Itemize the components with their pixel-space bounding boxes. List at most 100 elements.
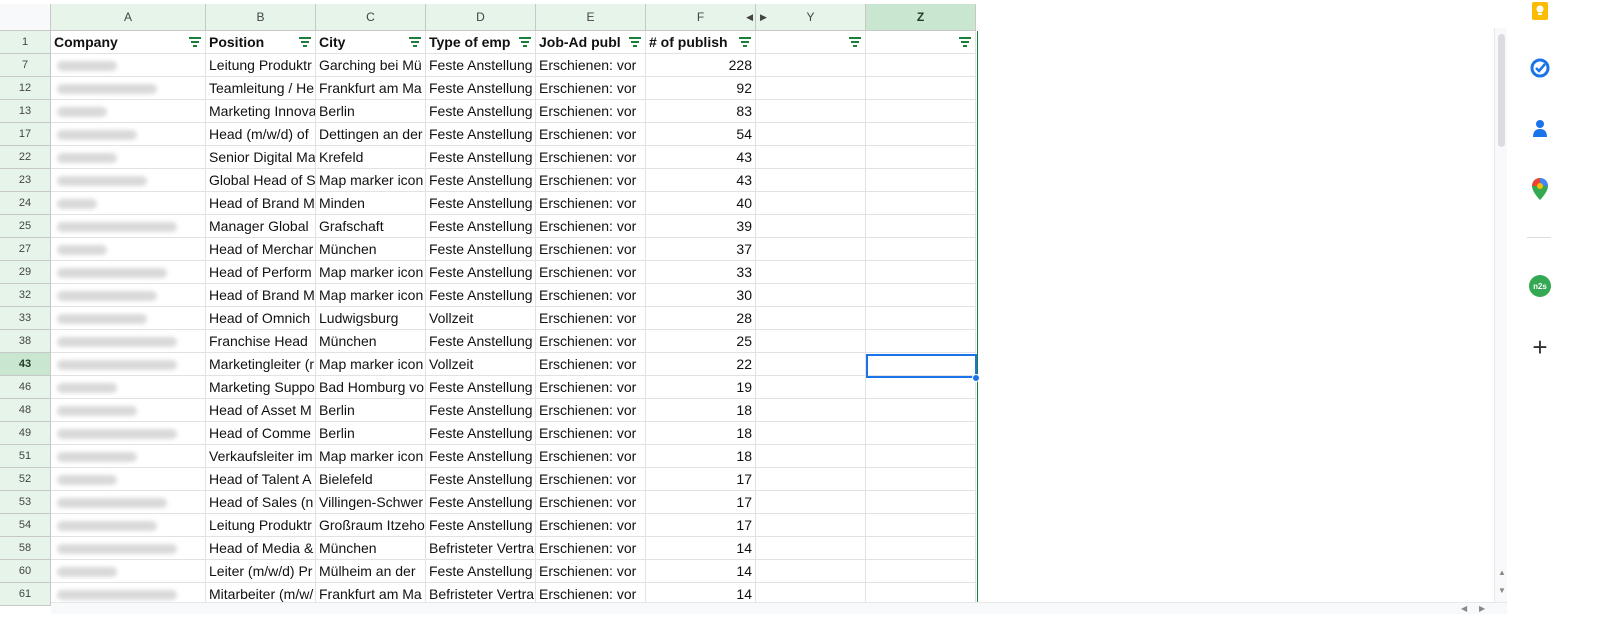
row-number[interactable]: 32 bbox=[0, 284, 51, 307]
job-ad-cell[interactable]: Erschienen: vor bbox=[536, 422, 646, 445]
empty-cell-z[interactable] bbox=[866, 514, 976, 537]
company-cell-redacted[interactable] bbox=[51, 376, 206, 399]
job-ad-cell[interactable]: Erschienen: vor bbox=[536, 468, 646, 491]
job-ad-cell[interactable]: Erschienen: vor bbox=[536, 514, 646, 537]
column-header-a[interactable]: A bbox=[51, 4, 206, 31]
publish-count-cell[interactable]: 18 bbox=[646, 445, 756, 468]
publish-count-cell[interactable]: 43 bbox=[646, 169, 756, 192]
empty-cell-y[interactable] bbox=[756, 307, 866, 330]
employment-type-cell[interactable]: Feste Anstellung bbox=[426, 468, 536, 491]
empty-cell-y[interactable] bbox=[756, 422, 866, 445]
company-cell-redacted[interactable] bbox=[51, 146, 206, 169]
publish-count-cell[interactable]: 43 bbox=[646, 146, 756, 169]
city-cell[interactable]: Dettingen an der bbox=[316, 123, 426, 146]
empty-cell-y[interactable] bbox=[756, 261, 866, 284]
employment-type-cell[interactable]: Feste Anstellung bbox=[426, 376, 536, 399]
empty-cell-z[interactable] bbox=[866, 422, 976, 445]
publish-count-cell[interactable]: 19 bbox=[646, 376, 756, 399]
empty-cell-y[interactable] bbox=[756, 399, 866, 422]
row-number[interactable]: 29 bbox=[0, 261, 51, 284]
column-header-d[interactable]: D bbox=[426, 4, 536, 31]
publish-count-cell[interactable]: 17 bbox=[646, 491, 756, 514]
city-cell[interactable]: Map marker icon bbox=[316, 445, 426, 468]
row-number[interactable]: 23 bbox=[0, 169, 51, 192]
employment-type-cell[interactable]: Feste Anstellung bbox=[426, 54, 536, 77]
header-cell[interactable] bbox=[866, 31, 976, 54]
empty-cell-z[interactable] bbox=[866, 54, 976, 77]
company-cell-redacted[interactable] bbox=[51, 192, 206, 215]
job-ad-cell[interactable]: Erschienen: vor bbox=[536, 399, 646, 422]
header-cell[interactable] bbox=[756, 31, 866, 54]
city-cell[interactable]: Berlin bbox=[316, 100, 426, 123]
employment-type-cell[interactable]: Feste Anstellung bbox=[426, 77, 536, 100]
publish-count-cell[interactable]: 54 bbox=[646, 123, 756, 146]
row-number[interactable]: 43 bbox=[0, 353, 51, 376]
empty-cell-z[interactable] bbox=[866, 445, 976, 468]
filter-icon[interactable] bbox=[519, 37, 531, 47]
row-number[interactable]: 60 bbox=[0, 560, 51, 583]
company-cell-redacted[interactable] bbox=[51, 353, 206, 376]
employment-type-cell[interactable]: Feste Anstellung bbox=[426, 284, 536, 307]
column-header-y[interactable]: Y ▶ bbox=[756, 4, 866, 31]
empty-cell-y[interactable] bbox=[756, 560, 866, 583]
company-cell-redacted[interactable] bbox=[51, 169, 206, 192]
position-cell[interactable]: Head of Perform bbox=[206, 261, 316, 284]
filter-icon[interactable] bbox=[959, 37, 971, 47]
row-number[interactable]: 13 bbox=[0, 100, 51, 123]
header-cell[interactable]: Type of emp bbox=[426, 31, 536, 54]
position-cell[interactable]: Head of Talent A bbox=[206, 468, 316, 491]
keep-icon[interactable] bbox=[1529, 0, 1551, 22]
employment-type-cell[interactable]: Feste Anstellung bbox=[426, 100, 536, 123]
employment-type-cell[interactable]: Feste Anstellung bbox=[426, 560, 536, 583]
company-cell-redacted[interactable] bbox=[51, 215, 206, 238]
empty-cell-z[interactable] bbox=[866, 491, 976, 514]
empty-cell-z[interactable] bbox=[866, 169, 976, 192]
fill-handle[interactable] bbox=[972, 374, 980, 382]
city-cell[interactable]: Großraum Itzeho bbox=[316, 514, 426, 537]
city-cell[interactable]: München bbox=[316, 330, 426, 353]
employment-type-cell[interactable]: Feste Anstellung bbox=[426, 422, 536, 445]
publish-count-cell[interactable]: 33 bbox=[646, 261, 756, 284]
filter-icon[interactable] bbox=[849, 37, 861, 47]
column-header-e[interactable]: E bbox=[536, 4, 646, 31]
empty-cell-y[interactable] bbox=[756, 215, 866, 238]
city-cell[interactable]: Bielefeld bbox=[316, 468, 426, 491]
filter-icon[interactable] bbox=[409, 37, 421, 47]
row-number[interactable]: 48 bbox=[0, 399, 51, 422]
company-cell-redacted[interactable] bbox=[51, 514, 206, 537]
vertical-scrollbar[interactable]: ▲ ▼ bbox=[1494, 28, 1507, 613]
job-ad-cell[interactable]: Erschienen: vor bbox=[536, 445, 646, 468]
employment-type-cell[interactable]: Vollzeit bbox=[426, 307, 536, 330]
job-ad-cell[interactable]: Erschienen: vor bbox=[536, 77, 646, 100]
scroll-right-icon[interactable]: ▶ bbox=[1479, 604, 1485, 613]
company-cell-redacted[interactable] bbox=[51, 537, 206, 560]
row-number[interactable]: 1 bbox=[0, 31, 51, 54]
company-cell-redacted[interactable] bbox=[51, 560, 206, 583]
empty-cell-z[interactable] bbox=[866, 146, 976, 169]
city-cell[interactable]: Berlin bbox=[316, 399, 426, 422]
n2s-addon-icon[interactable]: n2s bbox=[1529, 275, 1551, 297]
sheet-grid[interactable]: A B C D E F ◀ Y ▶ Z 1 Company Position City Type of e… bbox=[0, 4, 1507, 612]
hidden-columns-right-icon[interactable]: ▶ bbox=[760, 12, 767, 23]
empty-cell-y[interactable] bbox=[756, 468, 866, 491]
job-ad-cell[interactable]: Erschienen: vor bbox=[536, 560, 646, 583]
company-cell-redacted[interactable] bbox=[51, 399, 206, 422]
empty-cell-z[interactable] bbox=[866, 77, 976, 100]
employment-type-cell[interactable]: Feste Anstellung bbox=[426, 215, 536, 238]
position-cell[interactable]: Head of Brand M bbox=[206, 284, 316, 307]
employment-type-cell[interactable]: Feste Anstellung bbox=[426, 146, 536, 169]
job-ad-cell[interactable]: Erschienen: vor bbox=[536, 54, 646, 77]
position-cell[interactable]: Leiter (m/w/d) Pr bbox=[206, 560, 316, 583]
city-cell[interactable]: Map marker icon bbox=[316, 169, 426, 192]
position-cell[interactable]: Head of Asset M bbox=[206, 399, 316, 422]
row-number[interactable]: 12 bbox=[0, 77, 51, 100]
job-ad-cell[interactable]: Erschienen: vor bbox=[536, 330, 646, 353]
company-cell-redacted[interactable] bbox=[51, 445, 206, 468]
employment-type-cell[interactable]: Feste Anstellung bbox=[426, 514, 536, 537]
position-cell[interactable]: Leitung Produktr bbox=[206, 54, 316, 77]
employment-type-cell[interactable]: Feste Anstellung bbox=[426, 445, 536, 468]
city-cell[interactable]: Berlin bbox=[316, 422, 426, 445]
maps-icon[interactable] bbox=[1529, 178, 1551, 200]
empty-cell-y[interactable] bbox=[756, 192, 866, 215]
city-cell[interactable]: Garching bei Mü bbox=[316, 54, 426, 77]
